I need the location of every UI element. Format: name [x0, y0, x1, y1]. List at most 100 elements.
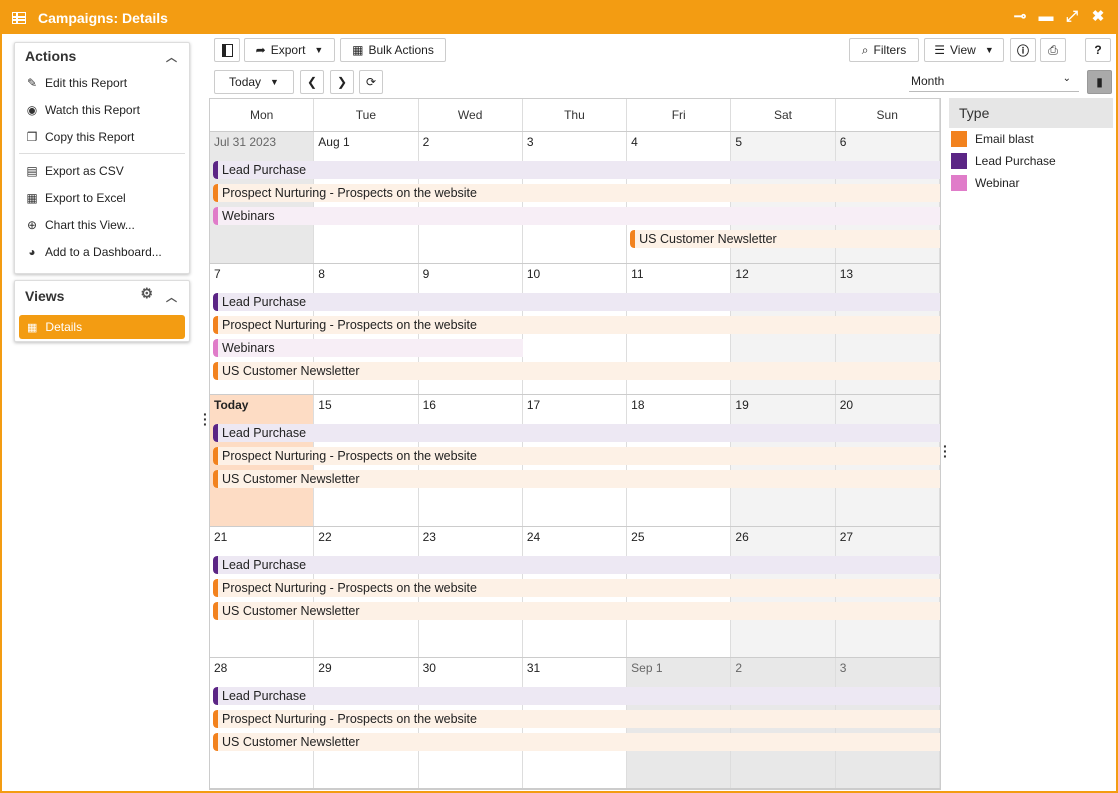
next-button[interactable]: ❯: [330, 70, 354, 94]
action-add-to-a-dashboard[interactable]: ◕ Add to a Dashboard...: [15, 238, 189, 265]
calendar-week: 7 8 9 10 11 12 13 Lead Purchase Prospect Nurturi…: [210, 264, 940, 395]
report-window: Campaigns: Details ⊸ ▬ ⤢ ✖ Actions ︿ ✎ Ed…: [0, 0, 1118, 793]
calendar-event[interactable]: US Customer Newsletter: [213, 362, 940, 380]
refresh-icon: ⟳: [365, 75, 377, 89]
filters-button[interactable]: ⌕ Filters: [849, 38, 919, 62]
chevron-up-icon[interactable]: ︿: [166, 49, 177, 65]
maximize-icon[interactable]: ⤢: [1064, 8, 1080, 26]
view-label: View: [950, 43, 976, 57]
action-label: Edit this Report: [45, 75, 128, 90]
type-legend: Type Email blast Lead Purchase Webinar: [949, 98, 1113, 194]
actions-panel: Actions ︿ ✎ Edit this Report ◉ Watch this R…: [14, 42, 190, 274]
legend-item: Email blast: [949, 128, 1113, 150]
filters-label: Filters: [873, 43, 907, 57]
plus-circle-icon: ⊕: [26, 217, 38, 232]
chevron-down-icon: ▼: [314, 45, 324, 55]
legend-label: Webinar: [975, 176, 1020, 190]
today-select[interactable]: Today ▼: [214, 70, 294, 94]
calendar-event[interactable]: Prospect Nurturing - Prospects on the we…: [213, 184, 940, 202]
weekday-sat: Sat: [731, 99, 836, 131]
legend-items: Email blast Lead Purchase Webinar: [949, 128, 1113, 194]
calendar-event[interactable]: Lead Purchase: [213, 293, 940, 311]
calendar-event[interactable]: Lead Purchase: [213, 161, 940, 179]
range-value: Month: [911, 73, 945, 88]
action-label: Copy this Report: [45, 129, 135, 144]
views-panel-header[interactable]: Views ⚙ ︿: [15, 281, 189, 311]
views-title: Views: [25, 288, 65, 304]
weekday-tue: Tue: [314, 99, 419, 131]
calendar-event[interactable]: US Customer Newsletter: [213, 602, 940, 620]
help-icon: ?: [1094, 43, 1102, 57]
calendar-event[interactable]: Prospect Nurturing - Prospects on the we…: [213, 579, 940, 597]
chevron-up-icon[interactable]: ︿: [166, 289, 177, 305]
search-icon: ⌕: [861, 42, 869, 57]
copy-icon: ❐: [26, 129, 38, 144]
export-icon: ➦: [255, 43, 266, 57]
action-edit-this-report[interactable]: ✎ Edit this Report: [15, 69, 189, 96]
pencil-icon: ✎: [26, 75, 38, 90]
divider: [19, 153, 185, 154]
calendar-event[interactable]: Lead Purchase: [213, 687, 940, 705]
weekday-mon: Mon: [210, 99, 315, 131]
title-bar: Campaigns: Details ⊸ ▬ ⤢ ✖: [2, 2, 1116, 34]
view-item-details[interactable]: ▦ Details: [19, 315, 185, 339]
views-panel: Views ⚙ ︿ ▦ Details: [14, 280, 190, 342]
chevron-down-icon: ▼: [984, 45, 994, 55]
chevron-down-icon: ⌄: [1062, 73, 1071, 84]
calendar-event[interactable]: Lead Purchase: [213, 556, 940, 574]
calendar-event[interactable]: Webinars: [213, 207, 940, 225]
toggle-sidebar-button[interactable]: [214, 38, 240, 62]
legend-label: Lead Purchase: [975, 154, 1056, 168]
chevron-left-icon: ❮: [306, 75, 318, 89]
calendar-event[interactable]: Prospect Nurturing - Prospects on the we…: [213, 447, 940, 465]
info-button[interactable]: ⓘ: [1010, 38, 1036, 62]
actions-panel-header[interactable]: Actions ︿: [15, 43, 189, 69]
calendar-event[interactable]: Lead Purchase: [213, 424, 940, 442]
minimize-icon[interactable]: ▬: [1038, 8, 1054, 26]
pin-icon[interactable]: ⊸: [1012, 8, 1028, 26]
action-chart-this-view[interactable]: ⊕ Chart this View...: [15, 211, 189, 238]
print-button[interactable]: ⎙: [1040, 38, 1066, 62]
prev-button[interactable]: ❮: [300, 70, 324, 94]
refresh-button[interactable]: ⟳: [359, 70, 383, 94]
weekday-header: Mon Tue Wed Thu Fri Sat Sun: [210, 99, 940, 132]
calendar-week: Today 15 16 17 18 19 20 Lead Purchase Prospect N…: [210, 395, 940, 527]
book-icon: ▮: [1096, 75, 1103, 89]
legend-toggle-button[interactable]: ▮: [1087, 70, 1112, 94]
weekday-wed: Wed: [419, 99, 523, 131]
action-label: Chart this View...: [45, 217, 135, 232]
calendar-event[interactable]: US Customer Newsletter: [213, 470, 940, 488]
resize-handle-left[interactable]: · · ·: [203, 407, 208, 431]
action-export-to-excel[interactable]: ▦ Export to Excel: [15, 184, 189, 211]
help-button[interactable]: ?: [1085, 38, 1111, 62]
legend-swatch: [951, 131, 967, 147]
calendar-week: 28 29 30 31 Sep 1 2 3 Lead Purchase Prospect Nur…: [210, 658, 940, 789]
excel-file-icon: ▦: [26, 190, 38, 205]
bulk-actions-label: Bulk Actions: [368, 43, 434, 57]
grid-icon: ▦: [352, 43, 364, 57]
calendar-event[interactable]: US Customer Newsletter: [630, 230, 940, 248]
print-icon: ⎙: [1048, 42, 1058, 57]
export-button[interactable]: ➦ Export ▼: [244, 38, 335, 62]
weekday-thu: Thu: [523, 99, 628, 131]
view-item-label: Details: [45, 320, 83, 334]
actions-title: Actions: [25, 48, 77, 64]
legend-swatch: [951, 175, 967, 191]
calendar-event[interactable]: Webinars: [213, 339, 523, 357]
gear-icon[interactable]: ⚙: [140, 285, 153, 302]
action-export-as-csv[interactable]: ▤ Export as CSV: [15, 157, 189, 184]
view-button[interactable]: ☰ View ▼: [924, 38, 1004, 62]
range-select[interactable]: Month ⌄: [909, 70, 1079, 92]
action-copy-this-report[interactable]: ❐ Copy this Report: [15, 123, 189, 150]
bulk-actions-button[interactable]: ▦ Bulk Actions: [340, 38, 446, 62]
calendar-event[interactable]: US Customer Newsletter: [213, 733, 940, 751]
action-label: Export as CSV: [45, 163, 124, 178]
resize-handle-right[interactable]: · · ·: [943, 439, 948, 463]
action-watch-this-report[interactable]: ◉ Watch this Report: [15, 96, 189, 123]
calendar-event[interactable]: Prospect Nurturing - Prospects on the we…: [213, 710, 940, 728]
close-icon[interactable]: ✖: [1090, 8, 1106, 26]
table-icon: [12, 12, 26, 24]
legend-item: Webinar: [949, 172, 1113, 194]
table-icon: ▦: [27, 321, 38, 334]
calendar-event[interactable]: Prospect Nurturing - Prospects on the we…: [213, 316, 940, 334]
